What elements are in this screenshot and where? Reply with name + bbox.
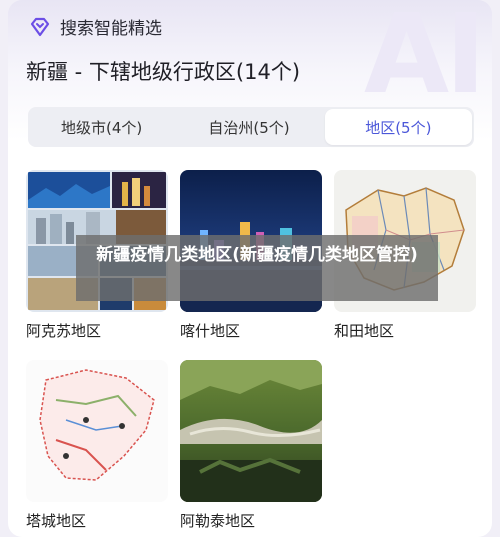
tab-autonomous-prefectures[interactable]: 自治州(5个)	[175, 107, 322, 147]
region-card-altay[interactable]: 阿勒泰地区	[180, 360, 322, 531]
tab-prefecture-cities[interactable]: 地级市(4个)	[28, 107, 175, 147]
region-label-hotan: 和田地区	[334, 322, 395, 340]
region-card-tacheng[interactable]: 塔城地区	[26, 360, 168, 531]
region-label-kashgar: 喀什地区	[180, 322, 241, 340]
altay-landscape-image[interactable]	[180, 360, 322, 502]
region-label-tacheng: 塔城地区	[26, 512, 87, 530]
brand-label: 搜索智能精选	[60, 19, 162, 39]
article-title-overlay: 新疆疫情几类地区(新疆疫情几类地区管控)	[76, 235, 438, 301]
tab-regions[interactable]: 地区(5个)	[324, 109, 472, 145]
tacheng-map-image[interactable]	[26, 360, 168, 502]
region-label-altay: 阿勒泰地区	[180, 512, 256, 530]
region-label-aksu: 阿克苏地区	[26, 322, 102, 340]
ai-watermark: AI	[363, 0, 486, 118]
ai-logo-icon	[30, 17, 50, 36]
page-title: 新疆 - 下辖地级行政区(14个)	[26, 60, 301, 84]
header: 搜索智能精选	[28, 14, 162, 39]
search-card: AI 搜索智能精选 新疆 - 下辖地级行政区(14个) 地级市(4个) 自治州(…	[8, 0, 492, 537]
category-tabs: 地级市(4个) 自治州(5个) 地区(5个)	[28, 107, 474, 147]
